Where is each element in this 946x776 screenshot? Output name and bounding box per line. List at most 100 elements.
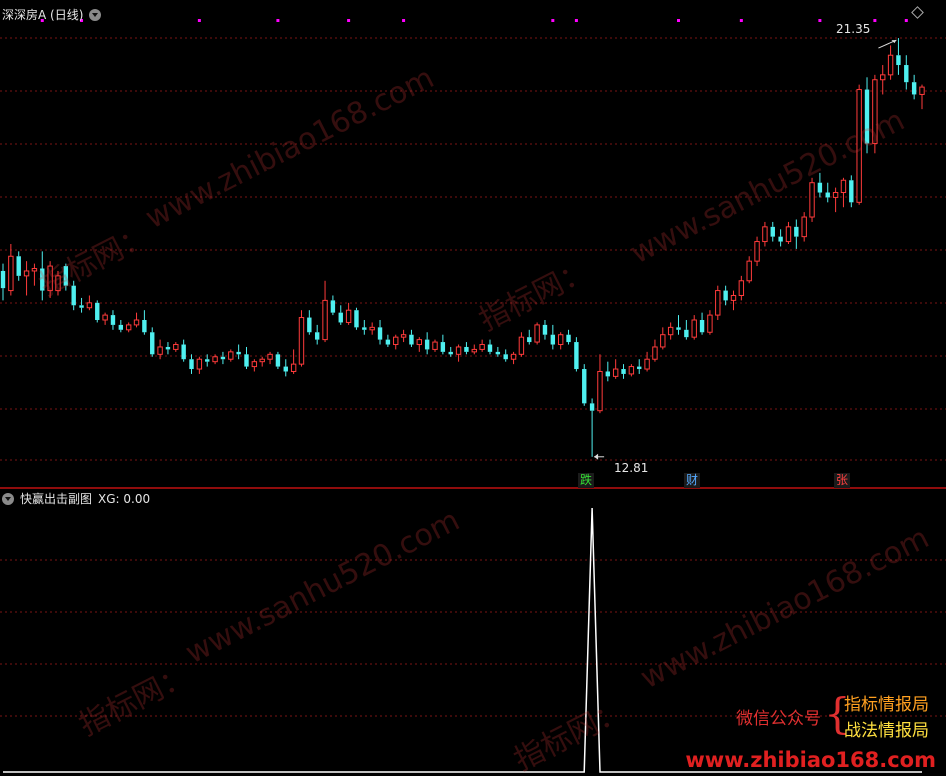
candle-body [220,356,226,360]
candle-body [809,182,815,218]
candle-body [330,300,336,313]
candle [236,344,241,360]
candle-body [691,319,697,338]
candle [377,320,383,345]
candle-body [730,294,737,301]
candle-body [794,226,799,237]
candle-body [840,179,847,194]
candle [652,339,658,362]
candle [125,322,132,333]
candle-body [542,324,548,335]
candle-body [102,314,108,321]
candle [354,307,359,330]
candle-body [778,236,783,242]
candle-body [133,319,140,326]
signal-dots [40,19,908,22]
candle-body [251,361,258,368]
candle-body [400,334,407,338]
candle-body [872,79,878,144]
candle-body [746,260,752,282]
candle [251,359,258,372]
signal-dot [551,19,555,22]
candle-body [393,336,399,346]
candle-body [23,270,30,277]
candle [275,351,281,370]
candle-body [110,315,116,325]
candle-body [157,346,163,355]
grid-lines [0,37,946,717]
candle-body [518,336,525,355]
candle-body [385,339,391,345]
candle-body [432,341,438,350]
candle-body [8,255,14,292]
main-panel-title: 深深房A (日线) [2,8,84,22]
candle [849,175,854,208]
candle-body [307,317,312,333]
candle [55,270,61,296]
candle [887,45,894,80]
candle-body [448,351,453,355]
candle [644,351,650,372]
candle-body [911,82,917,95]
candle-body [904,65,909,83]
candle-body [283,366,288,372]
signal-dot [904,19,908,22]
candle-body [644,358,650,370]
candle-body [660,334,666,348]
candle-body [510,353,517,360]
signal-dot [574,19,578,22]
event-tag-rise[interactable]: 张 [834,473,851,488]
candle [118,320,124,333]
candle [597,354,603,414]
candle-body [345,309,352,323]
candle-body [409,334,414,345]
candle-body [896,55,901,66]
candle [95,300,100,323]
chart-canvas [0,19,946,773]
candle [283,359,288,377]
candle-body [652,346,658,360]
candle [809,177,815,222]
candle-body [173,344,179,350]
candle-body [275,354,281,367]
candle-body [785,226,792,243]
signal-dot [402,19,406,22]
event-tag-fall[interactable]: 跌 [578,473,595,488]
promo-block: 微信公众号 { 指标情报局 战法情报局 [736,690,936,746]
candle [723,285,728,306]
candle-body [71,285,76,306]
candle-body [79,305,84,308]
candle [510,351,517,365]
candle-body [856,89,862,203]
candle [8,244,14,296]
min-price-label: 12.81 [614,461,649,475]
min-arrowhead [594,453,599,460]
candle [40,251,45,301]
candle-body [267,353,273,360]
candle [676,315,681,335]
candle-body [762,226,768,243]
candle [746,256,752,284]
candle [872,74,878,154]
candle [314,324,320,345]
candlestick-series[interactable] [0,38,925,457]
candle [785,221,792,244]
candle [864,77,870,154]
candle-body [205,359,210,362]
main-panel-menu-icon[interactable] [89,8,102,21]
candle-body [628,366,635,375]
candle [79,297,84,313]
candle-body [864,89,870,144]
candle-body [887,54,894,76]
candle-body [86,302,93,309]
candle-body [142,320,147,333]
candle-body [314,332,320,340]
sub-panel-menu-icon[interactable] [2,492,14,505]
event-tag-finance[interactable]: 财 [684,473,701,488]
candle-body [880,74,886,81]
candle-body [597,370,603,412]
candle [86,295,93,311]
candle [196,356,203,374]
candle [730,290,737,311]
candle [684,320,689,340]
